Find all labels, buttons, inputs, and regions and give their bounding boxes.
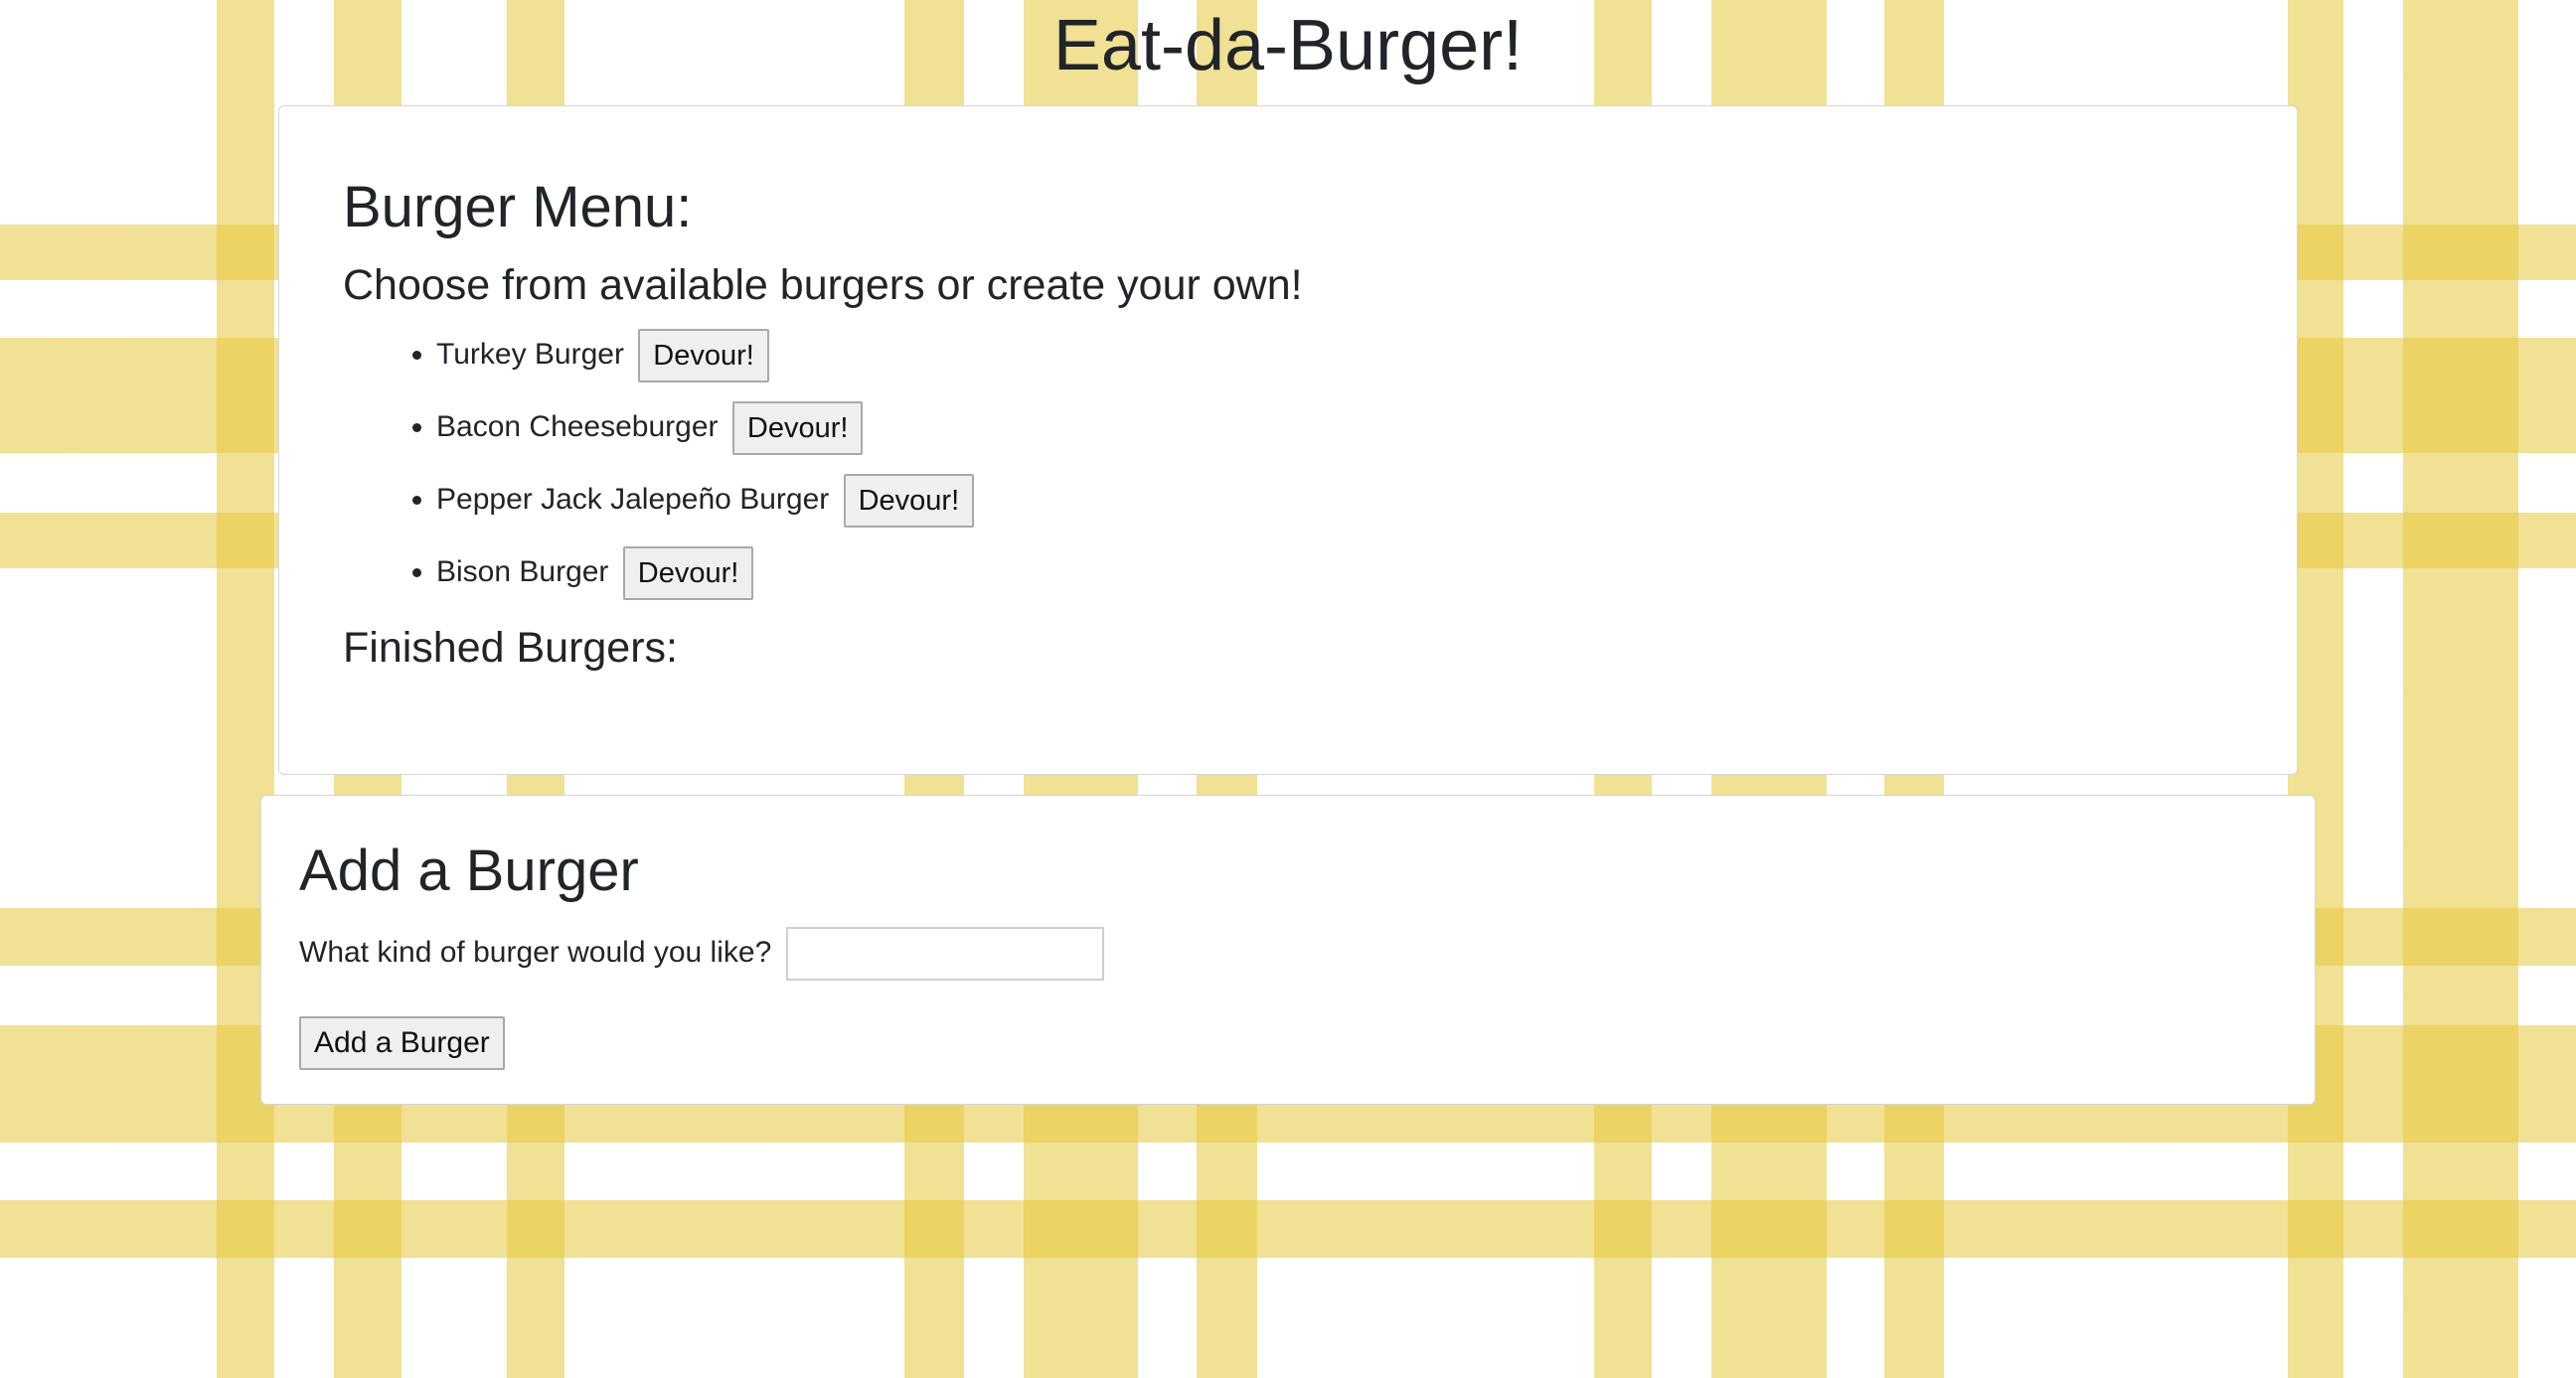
burger-input-label: What kind of burger would you like? [299,936,772,969]
submit-row: Add a Burger [299,1016,2279,1071]
menu-subtitle: Choose from available burgers or create … [343,261,1303,309]
finished-burgers-heading: Finished Burgers: [343,624,678,672]
add-burger-heading: Add a Burger [299,839,639,903]
list-item: Bacon Cheeseburger Devour! [436,399,2233,456]
burger-menu-card: Burger Menu: Choose from available burge… [278,105,2298,775]
devour-button[interactable]: Devour! [843,474,975,529]
burger-name-input[interactable] [785,927,1104,982]
page-title: Eat-da-Burger! [1052,6,1524,85]
burger-name: Turkey Burger [436,338,624,371]
devour-button[interactable]: Devour! [731,401,864,456]
burger-name: Bison Burger [436,555,609,588]
burger-form-row: What kind of burger would you like? [299,925,2279,982]
list-item: Bison Burger Devour! [436,544,2233,601]
list-item: Pepper Jack Jalepeño Burger Devour! [436,472,2233,529]
burger-name: Bacon Cheeseburger [436,410,719,443]
devour-button[interactable]: Devour! [638,329,769,383]
burger-name: Pepper Jack Jalepeño Burger [436,483,830,516]
menu-heading: Burger Menu: [343,175,693,239]
devour-button[interactable]: Devour! [622,546,754,601]
add-burger-button[interactable]: Add a Burger [299,1016,505,1071]
list-item: Turkey Burger Devour! [436,327,2233,383]
add-burger-card: Add a Burger What kind of burger would y… [260,795,2316,1105]
burger-list: Turkey Burger Devour! Bacon Cheeseburger… [343,327,2233,601]
